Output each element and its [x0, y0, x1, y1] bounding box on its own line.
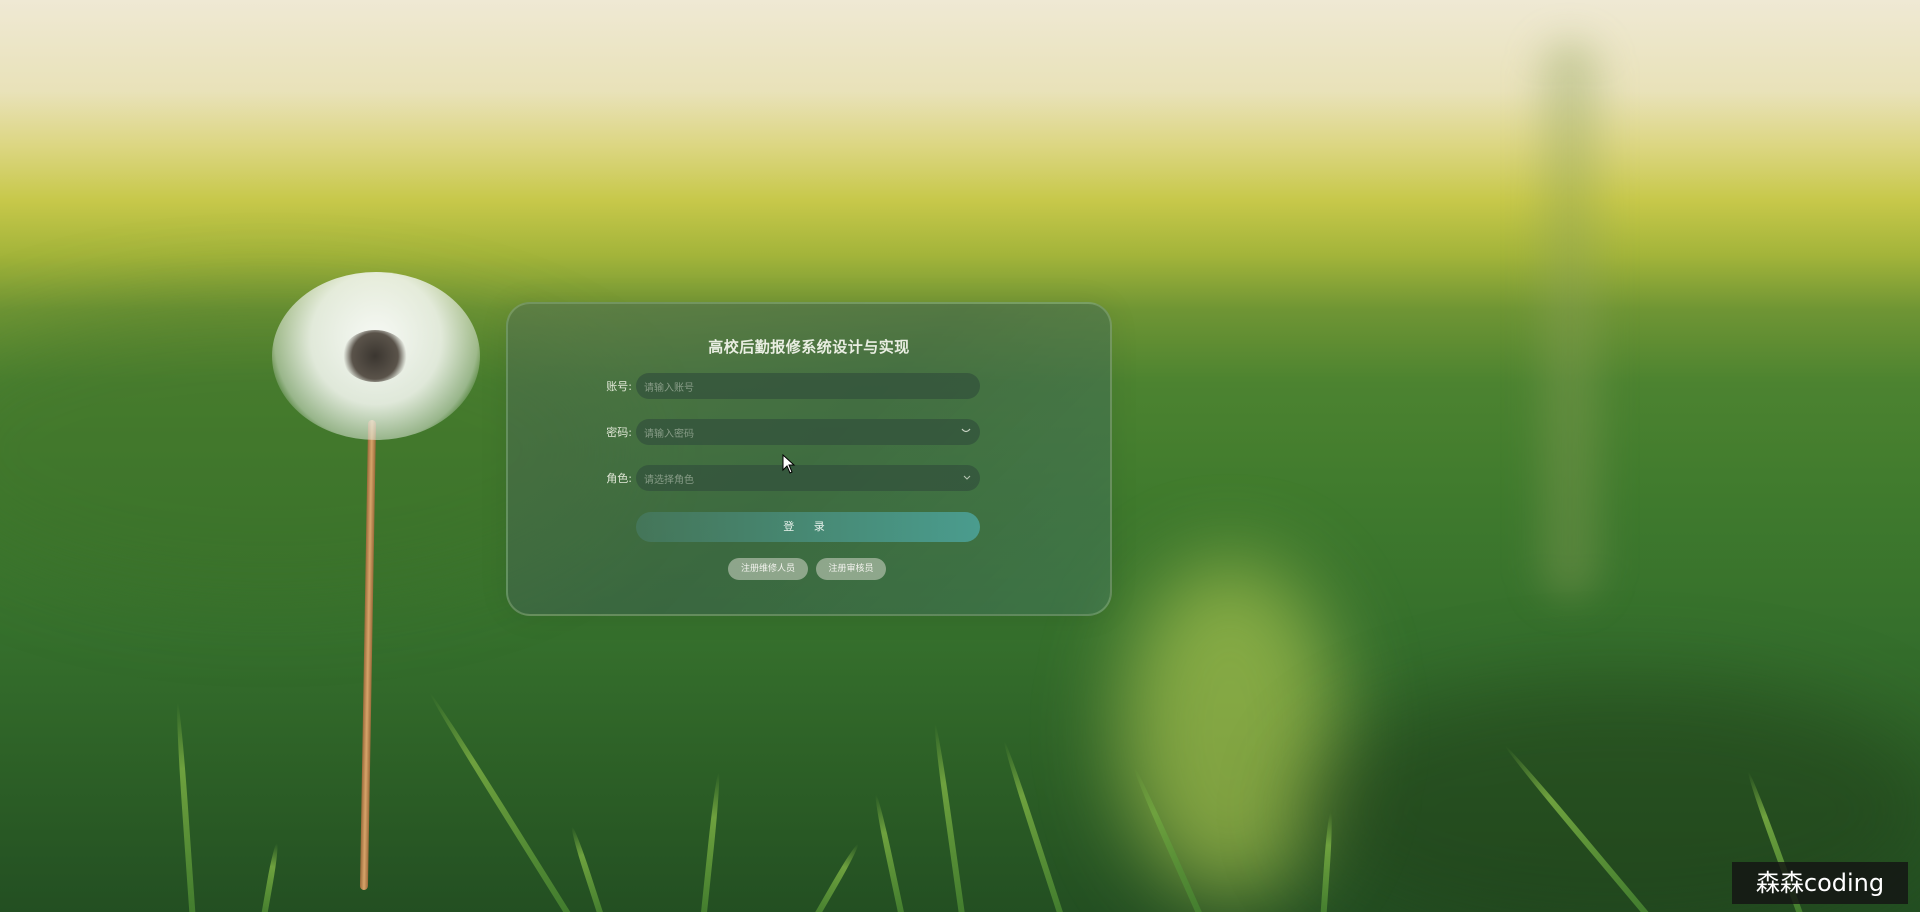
watermark: 森森coding — [1732, 862, 1908, 904]
account-row: 账号: 请输入账号 — [598, 372, 980, 400]
mouse-cursor-icon — [782, 454, 796, 474]
role-placeholder: 请选择角色 — [644, 474, 694, 486]
grass-blade — [700, 772, 722, 912]
login-card: 高校后勤报修系统设计与实现 账号: 请输入账号 密码: 请输入密码 角色: 请选… — [506, 302, 1112, 616]
background-haze — [1540, 40, 1600, 600]
grass-blade — [1001, 740, 1066, 912]
grass-blade — [873, 794, 906, 912]
chevron-down-icon — [963, 473, 971, 483]
grass-blade — [810, 842, 861, 912]
background-haze — [1120, 560, 1340, 900]
grass-blade — [260, 842, 280, 912]
password-input[interactable]: 请输入密码 — [636, 419, 980, 445]
dandelion-core — [342, 330, 408, 382]
eye-closed-icon[interactable] — [961, 427, 971, 437]
password-row: 密码: 请输入密码 — [598, 418, 980, 446]
login-title: 高校后勤报修系统设计与实现 — [708, 338, 910, 356]
account-input[interactable]: 请输入账号 — [636, 373, 980, 399]
role-select[interactable]: 请选择角色 — [636, 465, 980, 491]
login-button[interactable]: 登 录 — [636, 512, 980, 542]
account-placeholder: 请输入账号 — [644, 382, 694, 394]
register-repair-staff-button[interactable]: 注册维修人员 — [728, 558, 808, 580]
register-auditor-button[interactable]: 注册审核员 — [816, 558, 886, 580]
grass-blade — [932, 723, 966, 912]
account-label: 账号: — [606, 380, 632, 393]
role-label: 角色: — [606, 472, 632, 485]
grass-blade — [569, 825, 606, 912]
grass-blade — [174, 702, 196, 912]
grass-blade — [427, 691, 576, 912]
password-label: 密码: — [606, 426, 632, 439]
login-page: 高校后勤报修系统设计与实现 账号: 请输入账号 密码: 请输入密码 角色: 请选… — [0, 0, 1920, 912]
password-placeholder: 请输入密码 — [644, 428, 694, 440]
